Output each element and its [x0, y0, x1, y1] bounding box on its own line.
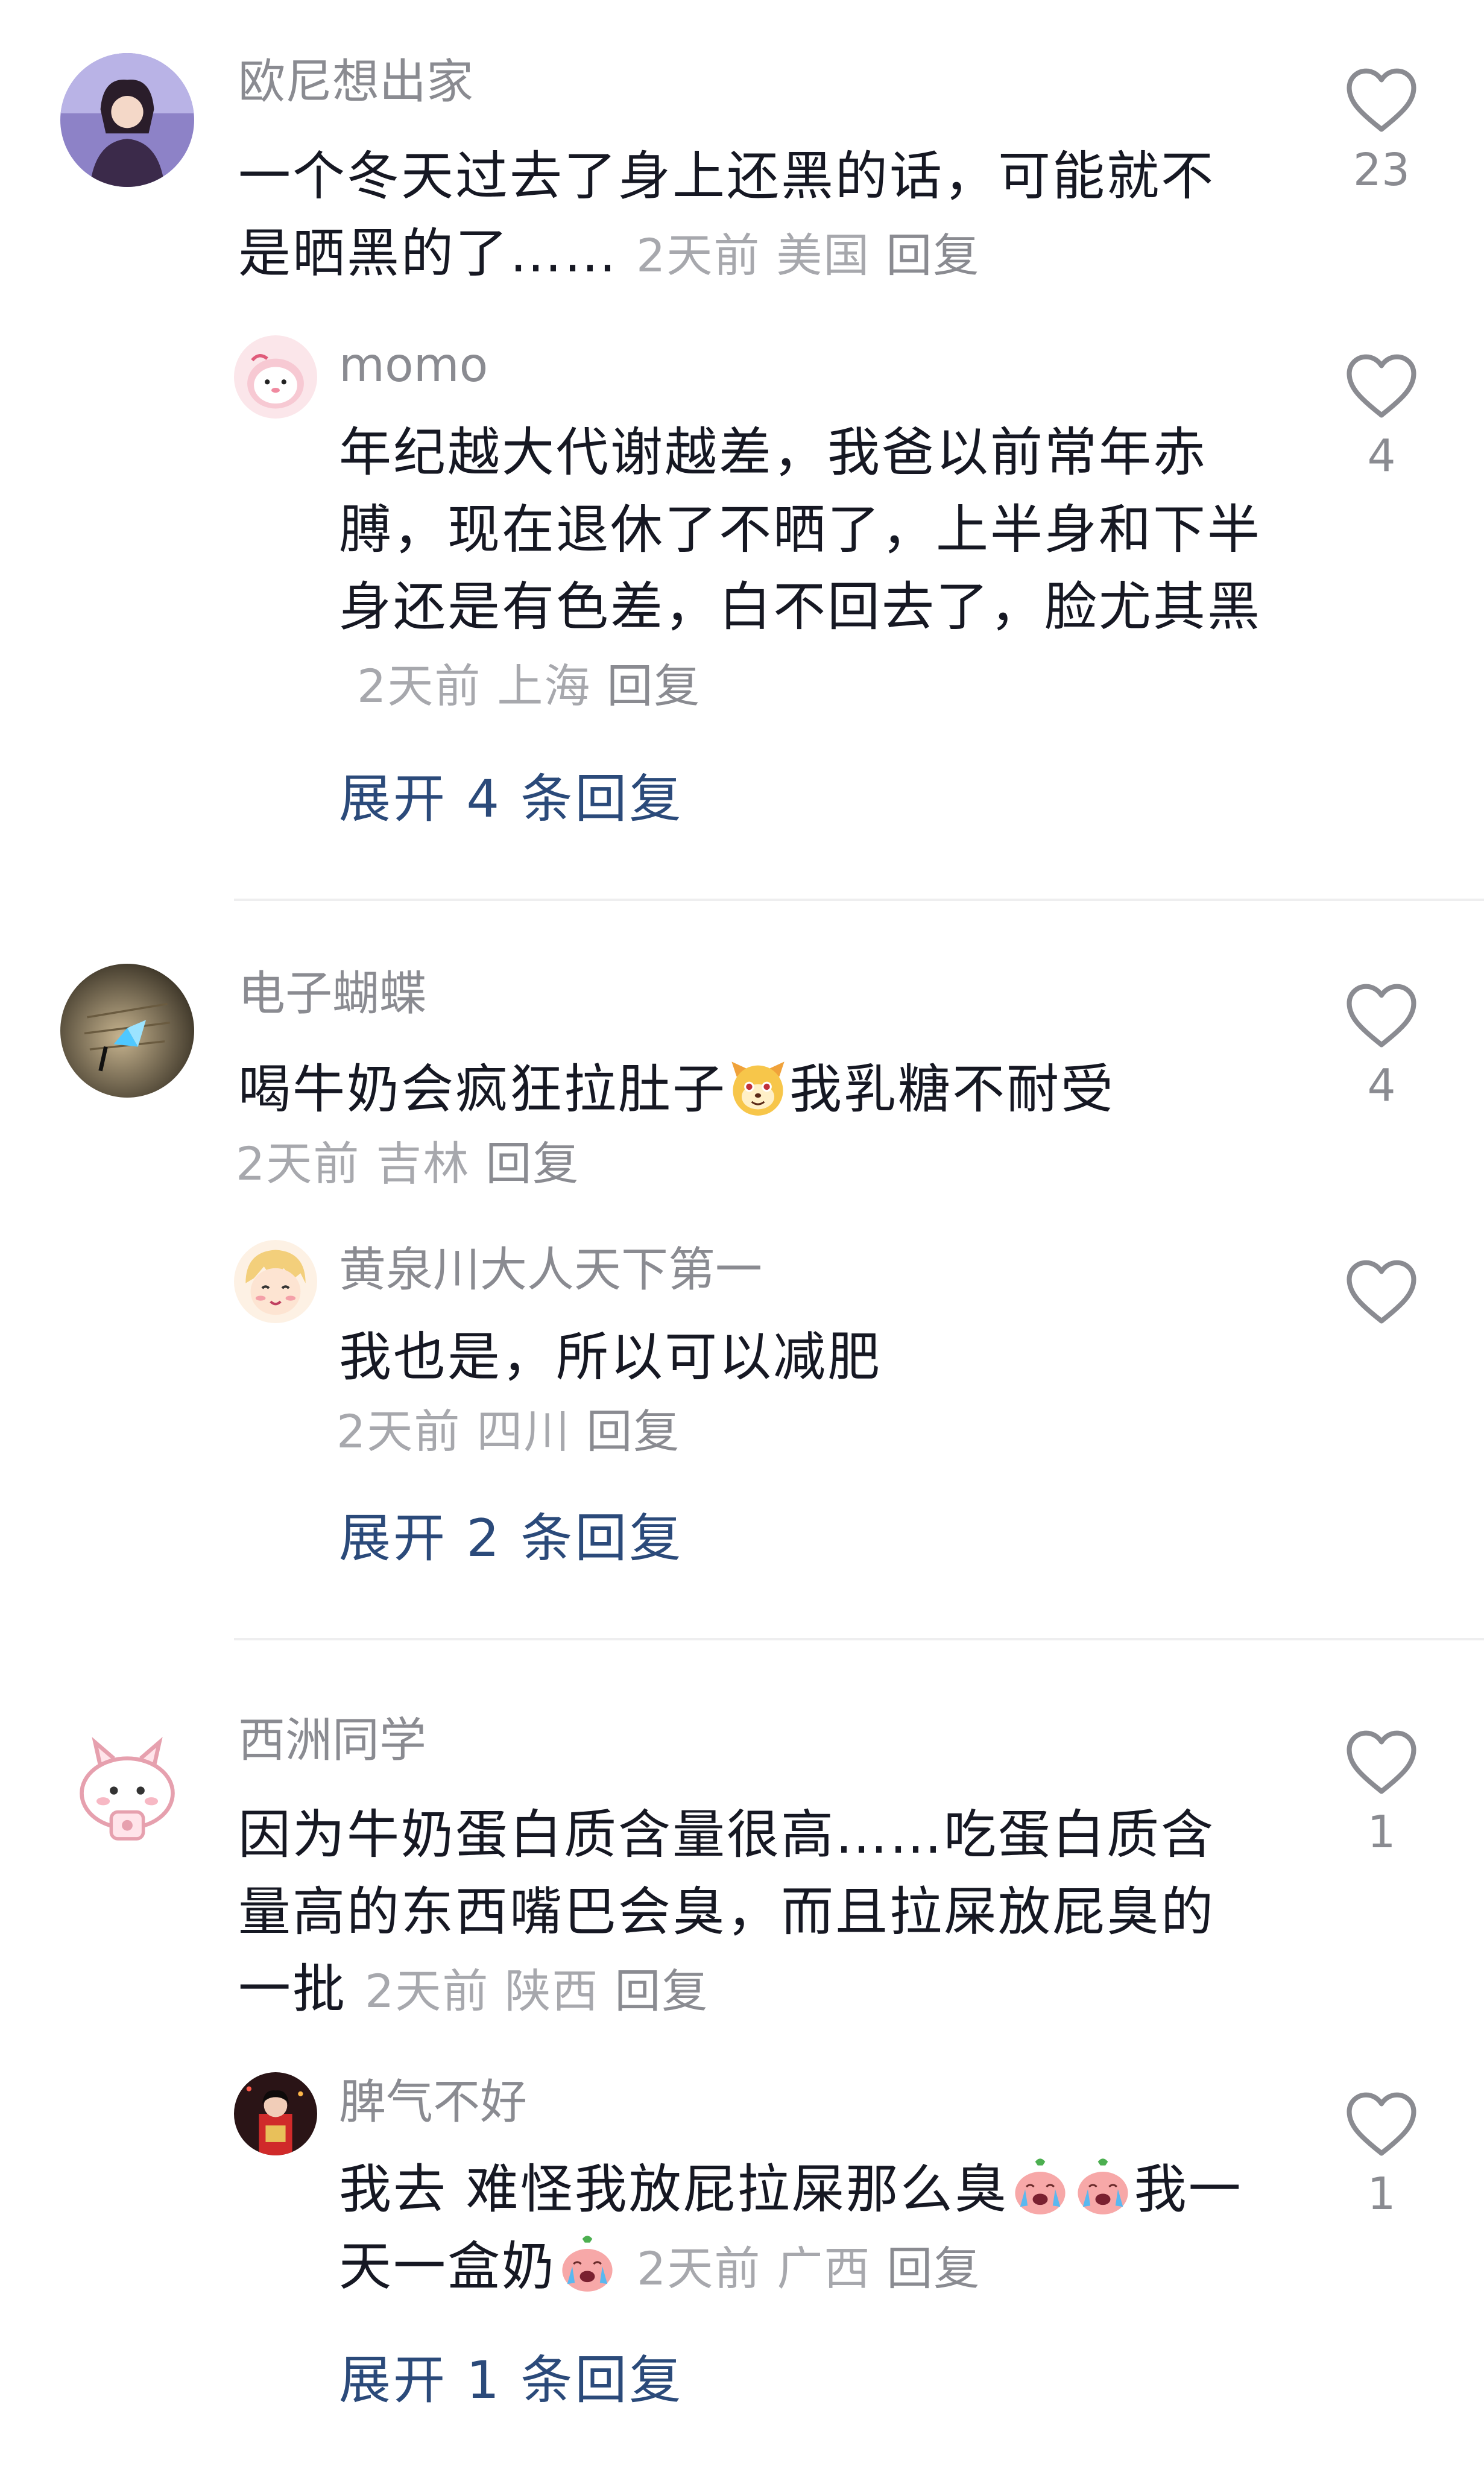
expand-replies-button[interactable]: 展开 1 条回复: [339, 2347, 683, 2414]
reply-button[interactable]: 回复: [485, 1137, 579, 1190]
comment-nickname[interactable]: 电子蝴蝶: [238, 964, 426, 1024]
comment-time: 2天前: [365, 1964, 490, 2018]
avatar[interactable]: [234, 1240, 317, 1323]
crying-emoji: [1072, 2155, 1134, 2218]
like-button[interactable]: [1324, 1258, 1439, 1326]
comment-nickname[interactable]: 西洲同学: [238, 1710, 426, 1771]
divider: [234, 899, 1484, 901]
reply-time: 2天前: [357, 659, 482, 713]
dog-face-emoji: [727, 1055, 789, 1118]
reply-location: 广西: [777, 2242, 871, 2295]
reply-location: 上海: [497, 659, 592, 713]
divider: [234, 1638, 1484, 1640]
comment-list: 欧尼想出家 一个冬天过去了身上还黑的话，可能就不是晒黑的了…… 2天前 美国 回复 2…: [0, 0, 1484, 2466]
heart-icon: [1347, 1730, 1416, 1794]
heart-icon: [1347, 354, 1416, 418]
avatar[interactable]: [60, 1724, 194, 1857]
heart-icon: [1347, 1260, 1416, 1324]
comment-text: 一个冬天过去了身上还黑的话，可能就不是晒黑的了…… 2天前 美国 回复: [238, 145, 1215, 284]
reply-nickname[interactable]: 脾气不好: [339, 2072, 527, 2132]
avatar[interactable]: [60, 53, 194, 187]
comment-location: 吉林: [376, 1137, 470, 1190]
reply-text: 我也是，所以可以减肥 2天前 四川 回复: [336, 1326, 882, 1458]
like-count: 1: [1367, 1806, 1396, 1858]
like-button[interactable]: 4: [1324, 352, 1439, 485]
reply-time: 2天前: [336, 1405, 461, 1458]
expand-replies-button[interactable]: 展开 2 条回复: [339, 1505, 683, 1572]
reply-nickname[interactable]: 黄泉川大人天下第一: [339, 1240, 762, 1300]
comment-text: 因为牛奶蛋白质含量很高……吃蛋白质含量高的东西嘴巴会臭，而且拉屎放屁臭的一批 2天…: [238, 1804, 1215, 2020]
like-button[interactable]: 4: [1324, 982, 1439, 1114]
reply-text: 年纪越大代谢越差，我爸以前常年赤膊，现在退休了不晒了，上半身和下半身还是有色差，…: [339, 422, 1261, 713]
like-count: 4: [1367, 430, 1396, 482]
comment-time: 2天前: [636, 229, 761, 282]
comment-time: 2天前: [236, 1137, 361, 1190]
heart-icon: [1347, 2092, 1416, 2156]
heart-icon: [1347, 984, 1416, 1048]
comment-location: 美国: [776, 229, 871, 282]
avatar[interactable]: [234, 335, 317, 419]
expand-replies-button[interactable]: 展开 4 条回复: [339, 766, 683, 832]
comment-location: 陕西: [505, 1964, 599, 2018]
like-button[interactable]: 1: [1324, 1728, 1439, 1861]
reply-text: 我去 难怪我放屁拉屎那么臭 我一天一盒奶 2天前 广西 回复: [339, 2151, 1280, 2307]
like-button[interactable]: 23: [1324, 66, 1439, 199]
comment-nickname[interactable]: 欧尼想出家: [238, 52, 473, 112]
reply-location: 四川: [476, 1405, 571, 1458]
like-count: 23: [1353, 144, 1410, 196]
reply-button[interactable]: 回复: [607, 659, 701, 713]
reply-button[interactable]: 回复: [886, 2242, 980, 2295]
reply-time: 2天前: [637, 2242, 762, 2295]
crying-emoji: [556, 2233, 619, 2295]
reply-nickname[interactable]: momo: [339, 335, 488, 396]
like-count: 1: [1367, 2168, 1396, 2220]
like-button[interactable]: 1: [1324, 2090, 1439, 2223]
reply-button[interactable]: 回复: [586, 1405, 680, 1458]
like-count: 4: [1367, 1060, 1396, 1111]
avatar[interactable]: [60, 964, 194, 1098]
comment-text: 喝牛奶会疯狂拉肚子 我乳糖不耐受 2天前 吉林 回复: [236, 1051, 1239, 1200]
reply-button[interactable]: 回复: [614, 1964, 709, 2018]
reply-button[interactable]: 回复: [886, 229, 980, 282]
crying-emoji: [1009, 2155, 1072, 2218]
heart-icon: [1347, 68, 1416, 132]
avatar[interactable]: [234, 2072, 317, 2155]
